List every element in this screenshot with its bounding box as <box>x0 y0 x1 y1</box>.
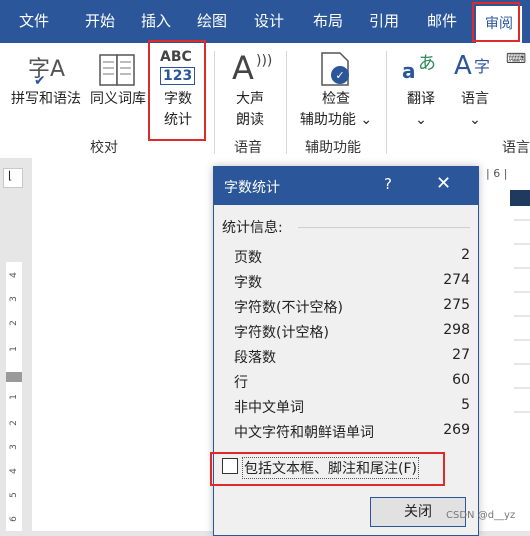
document-text-fragment <box>512 214 530 454</box>
dialog-title-bar[interactable]: 字数统计 ? ✕ <box>214 167 478 205</box>
book-icon <box>86 49 150 89</box>
stat-value: 60 <box>452 372 470 388</box>
divider <box>298 227 470 228</box>
ruler-tick: 1 <box>9 394 19 400</box>
spelling-grammar-button[interactable]: 字A ✔ 拼写和语法 <box>4 49 88 110</box>
ruler-tick: 5 <box>9 492 19 498</box>
document-text-fragment <box>510 190 530 206</box>
stats-header: 统计信息: <box>222 220 283 236</box>
ruler-tick: | 6 | <box>486 167 508 180</box>
stat-row: 非中文单词 5 <box>234 397 470 422</box>
chevron-down-icon: ⌄ <box>469 112 481 128</box>
translate-button[interactable]: a あ 翻译 ⌄ <box>394 49 448 131</box>
ruler-tick: 2 <box>9 320 19 326</box>
tab-mailings[interactable]: 邮件 <box>416 0 468 43</box>
ribbon: 字A ✔ 拼写和语法 同义词库 ABC 123 字数 统计 A ))) 大声 朗… <box>0 43 530 159</box>
ruler-tick: 4 <box>9 272 19 278</box>
group-language-label: 语言 <box>502 140 530 156</box>
word-count-highlight <box>148 40 206 141</box>
vertical-ruler[interactable]: 4 3 2 1 1 2 3 4 5 6 <box>6 262 22 531</box>
stat-row: 字符数(计空格) 298 <box>234 322 470 347</box>
tab-layout[interactable]: 布局 <box>302 0 354 43</box>
stat-row: 页数 2 <box>234 247 470 272</box>
stat-value: 269 <box>443 422 470 438</box>
ruler-tick: 3 <box>9 296 19 302</box>
stat-label: 行 <box>234 375 248 391</box>
language-icon: A 字 <box>454 51 491 81</box>
read-aloud-icon: A ))) <box>232 49 273 87</box>
stat-label: 字数 <box>234 275 262 291</box>
language-button[interactable]: A 字 语言 ⌄ <box>448 49 502 131</box>
tab-home[interactable]: 开始 <box>74 0 126 43</box>
group-accessibility-label: 辅助功能 <box>305 140 361 156</box>
stat-row: 字数 274 <box>234 272 470 297</box>
ruler-tick: 4 <box>9 468 19 474</box>
review-tab-highlight <box>472 2 520 42</box>
stat-value: 274 <box>443 272 470 288</box>
checkbox-highlight <box>210 452 445 486</box>
ribbon-separator <box>214 51 215 154</box>
ruler-tick: 6 <box>9 516 19 522</box>
ribbon-separator <box>286 51 287 154</box>
group-speech-label: 语音 <box>234 140 262 156</box>
tab-design[interactable]: 设计 <box>243 0 295 43</box>
thesaurus-label: 同义词库 <box>90 91 146 107</box>
tab-references[interactable]: 引用 <box>358 0 410 43</box>
help-icon[interactable]: ? <box>384 175 392 193</box>
stat-label: 字符数(不计空格) <box>234 300 343 316</box>
stat-label: 中文字符和朝鲜语单词 <box>234 425 374 441</box>
check-label-line2: 辅助功能 ⌄ <box>299 112 373 128</box>
stat-label: 非中文单词 <box>234 400 304 416</box>
language-label: 语言 <box>461 91 489 107</box>
read-aloud-button[interactable]: A ))) 大声 朗读 <box>222 49 278 131</box>
close-icon[interactable]: ✕ <box>436 173 451 194</box>
stat-value: 298 <box>443 322 470 338</box>
translate-label: 翻译 <box>407 91 435 107</box>
stat-label: 页数 <box>234 250 262 266</box>
translate-icon: a あ <box>402 53 436 83</box>
tab-file[interactable]: 文件 <box>8 0 60 43</box>
stat-value: 275 <box>443 297 470 313</box>
accessibility-icon: ✓ <box>292 49 380 89</box>
ruler-tick: 1 <box>9 346 19 352</box>
ruler-tick: 2 <box>9 420 19 426</box>
group-proofing-label: 校对 <box>90 140 118 156</box>
read-aloud-label-line1: 大声 <box>236 91 264 107</box>
stat-value: 27 <box>452 347 470 363</box>
stat-row: 行 60 <box>234 372 470 397</box>
tab-insert[interactable]: 插入 <box>130 0 182 43</box>
chevron-down-icon: ⌄ <box>415 112 427 128</box>
watermark: CSDN @d__yz <box>446 510 516 521</box>
horizontal-ruler[interactable]: | 6 | <box>478 164 530 186</box>
check-label-line1: 检查 <box>322 91 350 107</box>
thesaurus-button[interactable]: 同义词库 <box>86 49 150 110</box>
dialog-title: 字数统计 <box>224 180 280 196</box>
stat-value: 2 <box>461 247 470 263</box>
stat-row: 字符数(不计空格) 275 <box>234 297 470 322</box>
tab-selector[interactable]: ⌊ <box>3 168 23 188</box>
svg-text:✓: ✓ <box>335 69 344 82</box>
ribbon-tab-bar: 文件 开始 插入 绘图 设计 布局 引用 邮件 审阅 <box>0 0 530 43</box>
stat-value: 5 <box>461 397 470 413</box>
stat-label: 字符数(计空格) <box>234 325 329 341</box>
stat-row: 段落数 27 <box>234 347 470 372</box>
tab-draw[interactable]: 绘图 <box>186 0 238 43</box>
check-accessibility-button[interactable]: ✓ 检查 辅助功能 ⌄ <box>292 49 380 131</box>
spelling-label: 拼写和语法 <box>11 91 81 107</box>
spelling-icon: 字A ✔ <box>28 57 66 89</box>
track-icon[interactable]: ⌨ <box>502 51 530 67</box>
ruler-tick: 3 <box>9 444 19 450</box>
stat-row: 中文字符和朝鲜语单词 269 <box>234 422 470 447</box>
stat-label: 段落数 <box>234 350 276 366</box>
ruler-margin <box>6 372 22 382</box>
read-aloud-label-line2: 朗读 <box>236 112 264 128</box>
ribbon-separator <box>386 51 387 154</box>
